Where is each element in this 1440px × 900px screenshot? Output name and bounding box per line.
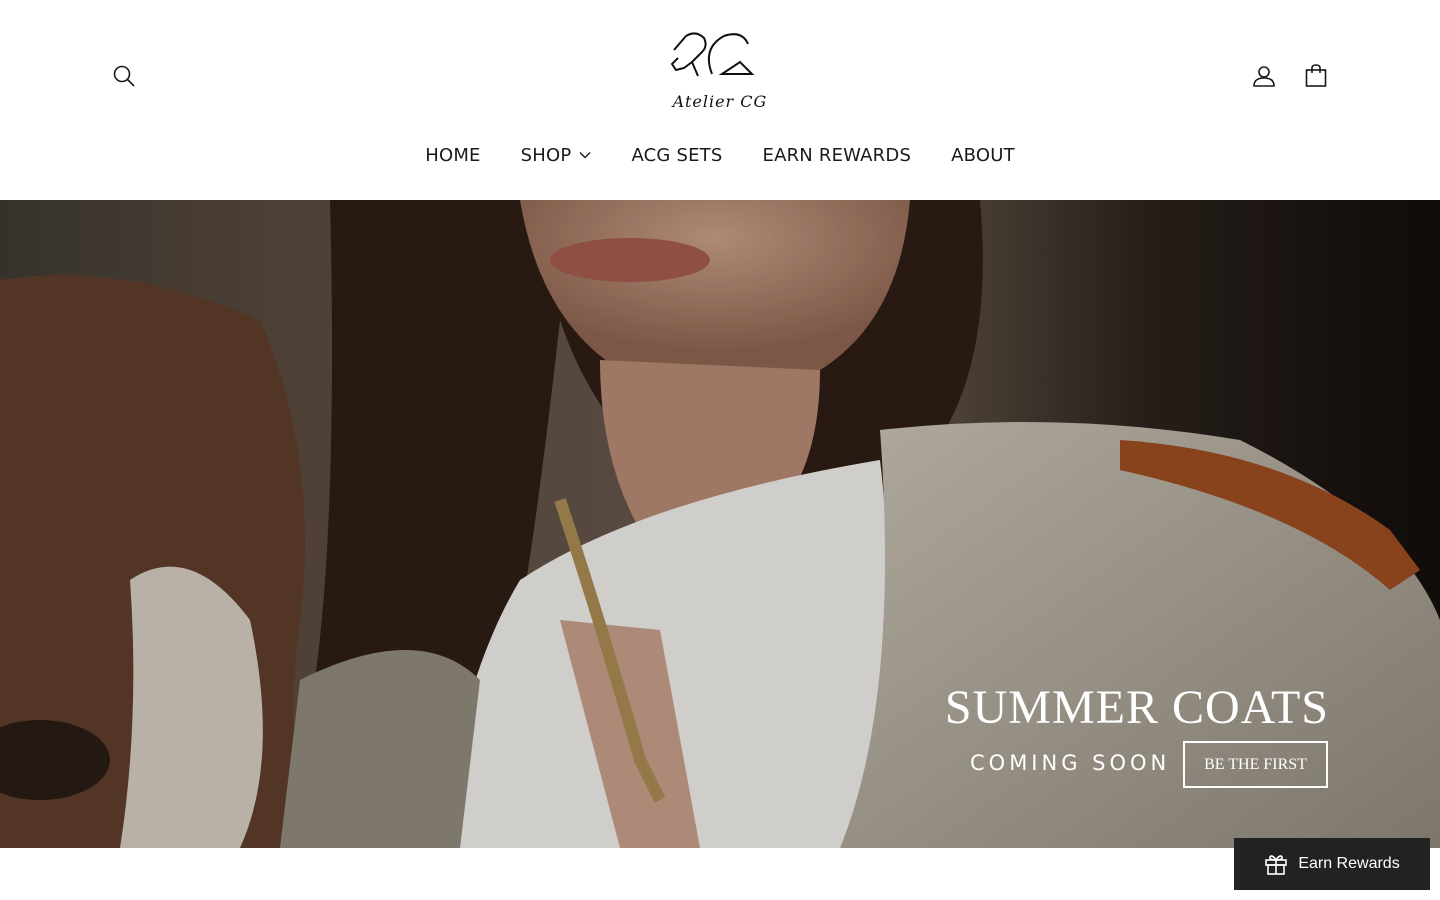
logo-text: Atelier CG: [672, 92, 768, 111]
earn-rewards-label: Earn Rewards: [1298, 855, 1400, 872]
site-header: Atelier CG HOME SHOP ACG SETS EARN REWAR…: [0, 0, 1440, 200]
user-icon: [1253, 66, 1275, 87]
nav-item-label: HOME: [425, 144, 481, 166]
nav-item-about[interactable]: ABOUT: [931, 145, 1035, 166]
hero-subtitle: COMING SOON: [970, 751, 1171, 775]
bag-icon: [1305, 64, 1327, 87]
earn-rewards-widget[interactable]: Earn Rewards: [1234, 838, 1430, 890]
gift-icon: [1265, 855, 1288, 875]
hero-banner: SUMMER COATS COMING SOON BE THE FIRST: [0, 200, 1440, 848]
account-button[interactable]: [1248, 60, 1280, 92]
be-the-first-button[interactable]: BE THE FIRST: [1183, 741, 1328, 788]
nav-item-label: ACG SETS: [631, 144, 723, 166]
search-icon: [113, 65, 135, 87]
nav-item-acg-sets[interactable]: ACG SETS: [611, 145, 742, 166]
hero-title: SUMMER COATS: [944, 681, 1329, 734]
nav-item-shop[interactable]: SHOP: [501, 145, 612, 166]
nav-item-label: ABOUT: [951, 144, 1015, 166]
cart-button[interactable]: [1300, 60, 1332, 92]
site-logo[interactable]: Atelier CG: [662, 28, 778, 118]
horse-logo-mark: [670, 32, 755, 77]
main-nav: HOME SHOP ACG SETS EARN REWARDS ABOUT: [0, 140, 1440, 170]
search-button[interactable]: [108, 60, 140, 92]
chevron-down-icon: [579, 151, 591, 159]
nav-item-earn-rewards[interactable]: EARN REWARDS: [743, 145, 932, 166]
nav-item-label: EARN REWARDS: [762, 144, 912, 166]
nav-item-home[interactable]: HOME: [405, 145, 500, 166]
nav-item-label: SHOP: [520, 144, 572, 166]
